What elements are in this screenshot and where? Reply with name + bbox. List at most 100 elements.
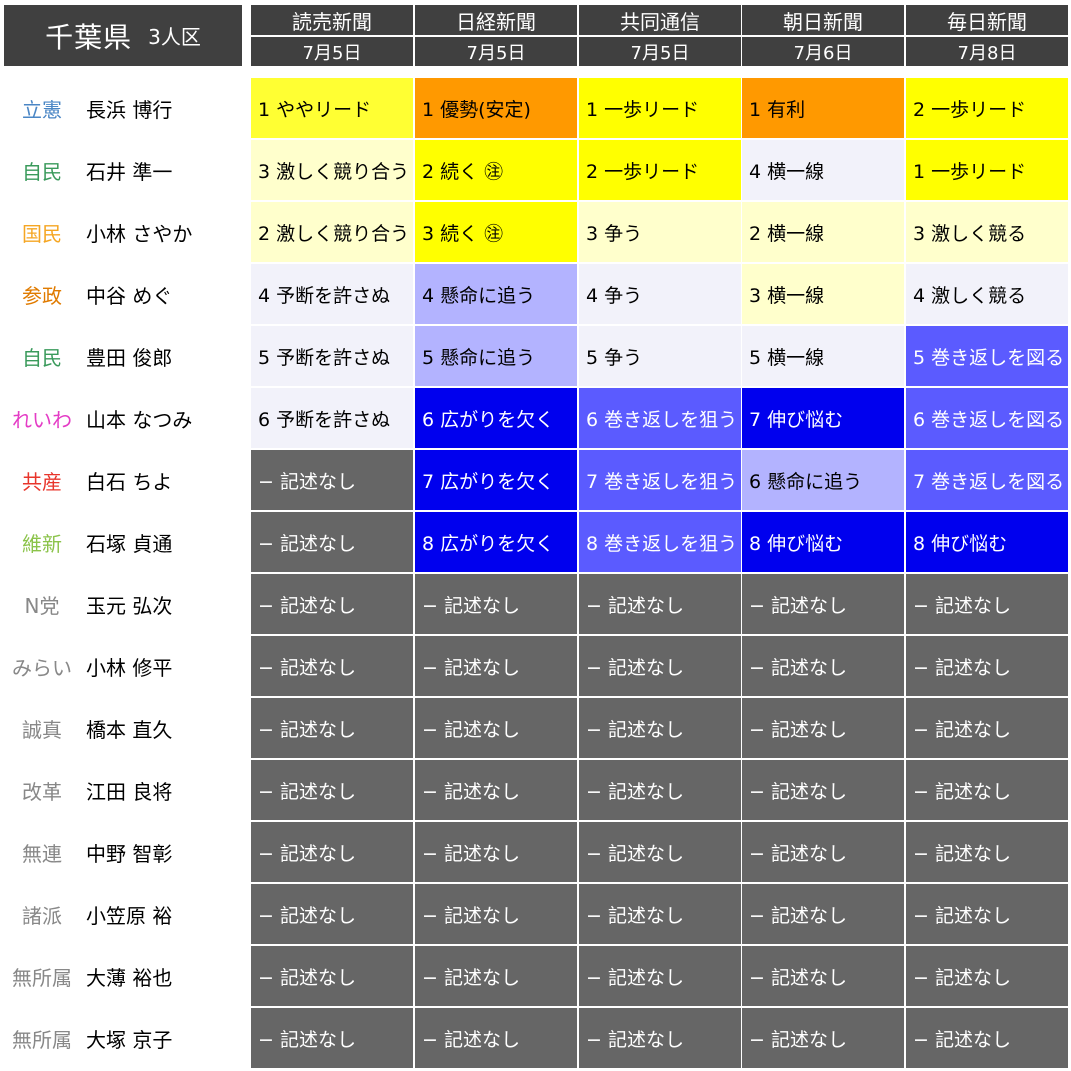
forecast-cell: 3 激しく競る — [906, 202, 1068, 262]
party-label: 改革 — [22, 779, 62, 804]
party-label: 無所属 — [12, 965, 72, 990]
survey-date: 7月6日 — [742, 37, 904, 66]
forecast-cell: − 記述なし — [251, 574, 413, 634]
forecast-cell: − 記述なし — [579, 884, 741, 944]
forecast-cell: − 記述なし — [906, 884, 1068, 944]
party-label: 立憲 — [22, 97, 62, 122]
forecast-cell: 1 一歩リード — [579, 78, 741, 138]
forecast-cell: 6 懸命に追う — [742, 450, 904, 510]
forecast-cell: − 記述なし — [742, 822, 904, 882]
party-label: 誠真 — [22, 717, 62, 742]
media-name: 読売新聞 — [251, 5, 413, 35]
forecast-cell: − 記述なし — [251, 698, 413, 758]
forecast-cell: − 記述なし — [251, 450, 413, 510]
forecast-cell: − 記述なし — [251, 946, 413, 1006]
forecast-cell: − 記述なし — [742, 574, 904, 634]
forecast-cell: 8 伸び悩む — [906, 512, 1068, 572]
district-name: 千葉県 — [45, 20, 133, 54]
candidate-name: 小林 さやか — [86, 221, 193, 246]
forecast-cell: 6 巻き返しを図る — [906, 388, 1068, 448]
party-label: 自民 — [22, 159, 62, 184]
candidate-name: 山本 なつみ — [86, 407, 193, 432]
forecast-cell: 5 横一線 — [742, 326, 904, 386]
forecast-cell: 8 巻き返しを狙う — [579, 512, 741, 572]
forecast-cell: 8 伸び悩む — [742, 512, 904, 572]
candidate-name: 白石 ちよ — [86, 469, 173, 494]
candidate-name: 小笠原 裕 — [86, 903, 173, 928]
district-title: 千葉県 3人区 — [4, 5, 242, 66]
forecast-cell: − 記述なし — [906, 574, 1068, 634]
candidate-name: 石塚 貞通 — [86, 531, 173, 556]
forecast-cell: − 記述なし — [906, 760, 1068, 820]
forecast-cell: − 記述なし — [415, 946, 577, 1006]
forecast-cell: − 記述なし — [742, 946, 904, 1006]
forecast-cell: − 記述なし — [251, 636, 413, 696]
party-label: 諸派 — [22, 903, 62, 928]
forecast-cell: − 記述なし — [579, 698, 741, 758]
media-name: 朝日新聞 — [742, 5, 904, 35]
forecast-cell: − 記述なし — [251, 1008, 413, 1068]
forecast-cell: 1 一歩リード — [906, 140, 1068, 200]
party-label: れいわ — [12, 407, 72, 432]
party-label: みらい — [12, 655, 72, 680]
candidate-name: 中野 智彰 — [86, 841, 173, 866]
forecast-cell: 1 有利 — [742, 78, 904, 138]
party-label: 無連 — [22, 841, 62, 866]
survey-date: 7月5日 — [251, 37, 413, 66]
forecast-cell: − 記述なし — [742, 884, 904, 944]
forecast-cell: − 記述なし — [415, 884, 577, 944]
forecast-cell: 3 争う — [579, 202, 741, 262]
forecast-cell: 1 優勢(安定) — [415, 78, 577, 138]
forecast-cell: − 記述なし — [579, 822, 741, 882]
party-label: 共産 — [22, 469, 62, 494]
forecast-cell: 4 争う — [579, 264, 741, 324]
forecast-cell: − 記述なし — [742, 698, 904, 758]
forecast-cell: − 記述なし — [742, 760, 904, 820]
candidate-name: 豊田 俊郎 — [86, 345, 173, 370]
candidate-name: 石井 準一 — [86, 159, 173, 184]
forecast-cell: − 記述なし — [906, 1008, 1068, 1068]
forecast-cell: − 記述なし — [415, 822, 577, 882]
forecast-cell: 2 横一線 — [742, 202, 904, 262]
candidate-name: 玉元 弘次 — [86, 593, 173, 618]
forecast-cell: 2 激しく競り合う — [251, 202, 413, 262]
forecast-cell: 4 懸命に追う — [415, 264, 577, 324]
survey-date: 7月8日 — [906, 37, 1068, 66]
party-label: 維新 — [22, 531, 62, 556]
candidate-name: 大塚 京子 — [86, 1027, 173, 1052]
forecast-cell: 8 広がりを欠く — [415, 512, 577, 572]
forecast-cell: 2 一歩リード — [906, 78, 1068, 138]
forecast-cell: − 記述なし — [742, 636, 904, 696]
forecast-cell: − 記述なし — [251, 512, 413, 572]
forecast-cell: − 記述なし — [251, 760, 413, 820]
forecast-cell: − 記述なし — [415, 1008, 577, 1068]
party-label: 自民 — [22, 345, 62, 370]
forecast-cell: 5 争う — [579, 326, 741, 386]
forecast-cell: − 記述なし — [906, 636, 1068, 696]
forecast-cell: − 記述なし — [415, 760, 577, 820]
forecast-cell: − 記述なし — [906, 822, 1068, 882]
forecast-cell: 7 巻き返しを狙う — [579, 450, 741, 510]
forecast-cell: 6 予断を許さぬ — [251, 388, 413, 448]
candidate-name: 中谷 めぐ — [86, 283, 173, 308]
candidate-name: 大薄 裕也 — [86, 965, 173, 990]
forecast-cell: 3 続く ㊟ — [415, 202, 577, 262]
media-name: 毎日新聞 — [906, 5, 1068, 35]
forecast-cell: 5 巻き返しを図る — [906, 326, 1068, 386]
forecast-cell: 4 激しく競る — [906, 264, 1068, 324]
party-label: 無所属 — [12, 1027, 72, 1052]
forecast-cell: − 記述なし — [415, 698, 577, 758]
forecast-cell: 5 懸命に追う — [415, 326, 577, 386]
forecast-cell: − 記述なし — [906, 946, 1068, 1006]
survey-date: 7月5日 — [415, 37, 577, 66]
forecast-cell: − 記述なし — [579, 636, 741, 696]
forecast-cell: − 記述なし — [742, 1008, 904, 1068]
forecast-cell: − 記述なし — [579, 574, 741, 634]
forecast-cell: − 記述なし — [579, 1008, 741, 1068]
forecast-cell: 3 激しく競り合う — [251, 140, 413, 200]
candidate-name: 江田 良将 — [86, 779, 173, 804]
party-label: N党 — [24, 593, 60, 618]
forecast-cell: 7 巻き返しを図る — [906, 450, 1068, 510]
survey-date: 7月5日 — [579, 37, 741, 66]
candidate-name: 小林 修平 — [86, 655, 173, 680]
